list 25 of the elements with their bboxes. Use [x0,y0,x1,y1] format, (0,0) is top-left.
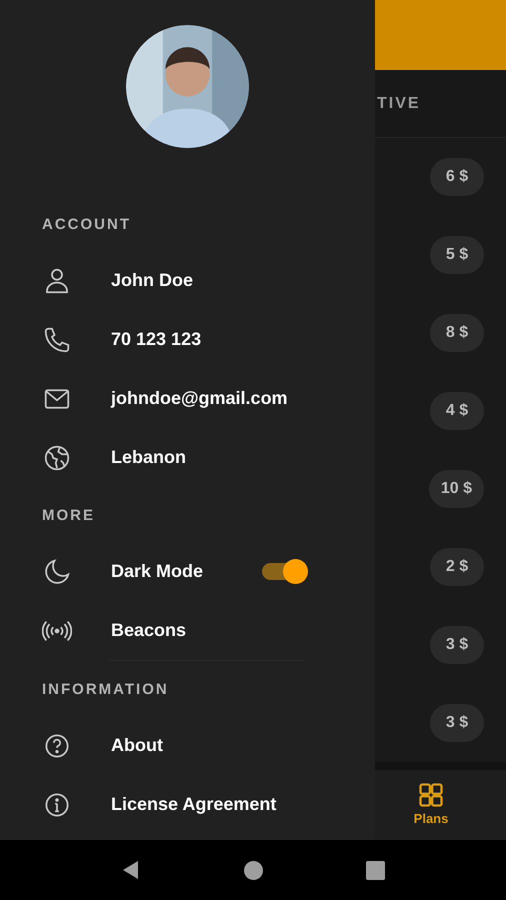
menu-item[interactable]: Beacons [111,617,186,644]
section-heading: ACCOUNT [41,215,132,235]
price-badge: 10 $ [428,470,484,508]
nav-tab[interactable]: Plans [396,770,466,840]
price-badge: 5 $ [430,236,484,274]
price-badge: 2 $ [430,548,484,586]
recents-icon[interactable] [366,860,385,880]
home-icon[interactable] [244,860,263,880]
price-badge: 8 $ [430,314,484,352]
menu-item[interactable]: 70 123 123 [111,326,202,353]
price-badge: 6 $ [430,158,484,196]
price-badge: 3 $ [430,626,484,664]
menu-item[interactable]: Lebanon [111,444,186,471]
tab-label[interactable]: TIVE [377,92,421,116]
grid-icon [417,781,445,810]
price-badge: 3 $ [430,704,484,742]
menu-item[interactable]: License Agreement [111,791,276,818]
menu-item[interactable]: johndoe@gmail.com [111,385,288,412]
menu-item[interactable]: John Doe [111,267,194,294]
price-badge: 4 $ [430,392,484,430]
menu-item[interactable]: About [111,732,163,759]
menu-item[interactable]: Dark Mode [111,558,204,585]
toggle-switch[interactable] [262,559,308,584]
section-heading: MORE [41,506,96,526]
section-heading: INFORMATION [41,680,170,700]
